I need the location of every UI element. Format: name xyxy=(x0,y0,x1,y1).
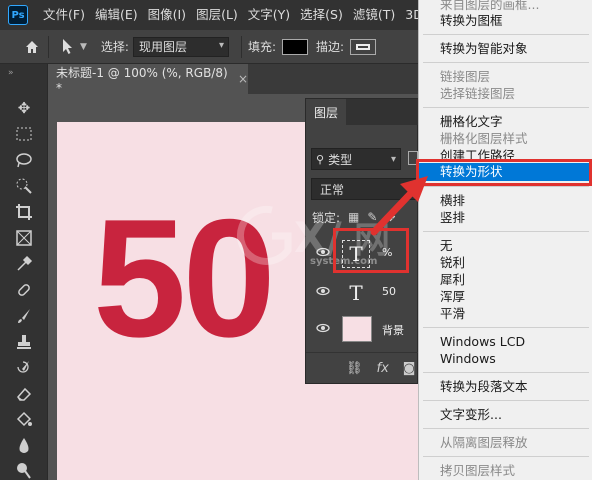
document-tab[interactable]: 未标题-1 @ 100% (%, RGB/8) * × xyxy=(48,64,248,95)
healing-brush-icon[interactable] xyxy=(12,278,36,302)
layer-row-background[interactable]: 背景 xyxy=(306,312,419,348)
menu-items: 文件(F) 编辑(E) 图像(I) 图层(L) 文字(Y) 选择(S) 滤镜(T… xyxy=(38,0,447,30)
menu-separator xyxy=(423,372,589,373)
menu-type[interactable]: 文字(Y) xyxy=(243,0,295,30)
annotation-box-convert-to-shape xyxy=(416,159,592,186)
menu-separator xyxy=(423,107,589,108)
layer-row-50[interactable]: T 50 xyxy=(306,275,419,311)
lock-transparency-icon[interactable]: ▦ xyxy=(348,210,359,224)
annotation-arrow-icon xyxy=(370,176,428,236)
blur-icon[interactable] xyxy=(12,434,36,458)
fill-label: 填充: xyxy=(247,40,277,54)
tools-panel: » ✥ xyxy=(0,64,48,480)
menu-item-windows[interactable]: Windows xyxy=(419,350,592,368)
brush-icon[interactable] xyxy=(12,304,36,328)
eye-icon[interactable] xyxy=(316,286,330,300)
menu-item-warp-text[interactable]: 文字变形... xyxy=(419,406,592,424)
menu-item-windows-lcd[interactable]: Windows LCD xyxy=(419,333,592,351)
layer-name: 背景 xyxy=(382,324,404,337)
menu-item-rasterize-type[interactable]: 栅格化文字 xyxy=(419,113,592,131)
document-title: 未标题-1 @ 100% (%, RGB/8) * xyxy=(56,65,228,95)
menu-select[interactable]: 选择(S) xyxy=(295,0,348,30)
options-divider xyxy=(240,35,242,58)
eraser-icon[interactable] xyxy=(12,382,36,406)
document-tab-bar: 未标题-1 @ 100% (%, RGB/8) * × xyxy=(48,64,418,95)
menu-item-link-layers: 链接图层 xyxy=(440,69,491,84)
menu-layer[interactable]: 图层(L) xyxy=(191,0,243,30)
clone-stamp-icon[interactable] xyxy=(12,330,36,354)
chevron-down-icon: ▾ xyxy=(390,153,396,165)
menu-separator xyxy=(423,34,589,35)
options-divider xyxy=(48,35,49,58)
menu-separator xyxy=(423,327,589,328)
eye-icon[interactable] xyxy=(316,323,330,337)
mask-icon[interactable]: ◙ xyxy=(403,361,416,376)
text-layer-icon: T xyxy=(349,281,363,305)
menu-separator xyxy=(423,62,589,63)
layer-name: 50 xyxy=(382,285,396,298)
select-label: 选择: xyxy=(100,40,129,54)
menu-separator xyxy=(423,456,589,457)
background-thumbnail xyxy=(342,316,372,342)
move-tool-icon[interactable]: ▼ xyxy=(61,38,87,56)
menu-separator xyxy=(423,400,589,401)
stroke-color-swatch[interactable] xyxy=(350,38,377,55)
history-brush-icon[interactable] xyxy=(12,356,36,380)
context-menu: 来自图层的画框... 转换为图框 转换为智能对象 链接图层 选择链接图层 栅格化… xyxy=(418,0,592,480)
close-icon[interactable]: × xyxy=(238,72,248,86)
menu-item-select-linked-layers: 选择链接图层 xyxy=(440,86,516,101)
fill-color-swatch[interactable] xyxy=(282,38,309,55)
menu-item-aa-strong[interactable]: 浑厚 xyxy=(419,288,592,306)
dodge-icon[interactable] xyxy=(12,458,36,480)
menu-item-convert-to-smart-object[interactable]: 转换为智能对象 xyxy=(419,40,592,58)
eye-icon[interactable] xyxy=(316,247,330,261)
layer-filter-value: 类型 xyxy=(328,152,353,167)
menu-item-vertical[interactable]: 竖排 xyxy=(419,209,592,227)
menu-item-release-from-isolation: 从隔离图层释放 xyxy=(440,435,528,450)
menu-item-convert-to-frame[interactable]: 转换为图框 xyxy=(419,12,592,30)
photoshop-logo: Ps xyxy=(8,5,28,25)
lasso-icon[interactable] xyxy=(12,148,36,172)
toolbar-collapse-icon[interactable]: » xyxy=(8,68,14,78)
menu-item-horizontal[interactable]: 横排 xyxy=(419,192,592,210)
fx-icon[interactable]: fx xyxy=(377,361,389,376)
marquee-icon[interactable] xyxy=(12,122,36,146)
menu-item-aa-smooth[interactable]: 平滑 xyxy=(419,305,592,323)
search-icon: ⚲ xyxy=(316,152,325,166)
panel-tab-bar: 图层 xyxy=(306,99,419,125)
home-icon[interactable] xyxy=(22,37,42,57)
menu-item-aa-sharp[interactable]: 锐利 xyxy=(419,254,592,272)
menu-file[interactable]: 文件(F) xyxy=(38,0,90,30)
crop-icon[interactable] xyxy=(12,200,36,224)
stroke-label: 描边: xyxy=(316,40,345,54)
frame-icon[interactable] xyxy=(12,226,36,250)
menu-item-aa-crisp[interactable]: 犀利 xyxy=(419,271,592,289)
link-icon[interactable]: ⛓ xyxy=(346,361,363,376)
menu-image[interactable]: 图像(I) xyxy=(143,0,191,30)
auto-select-dropdown[interactable]: 现用图层 ▾ xyxy=(132,36,229,57)
chevron-down-icon: ▾ xyxy=(218,39,224,51)
quick-select-icon[interactable] xyxy=(12,174,36,198)
menu-separator xyxy=(423,186,589,187)
layers-panel-footer: ⛓ fx ◙ xyxy=(306,352,419,384)
tab-layers[interactable]: 图层 xyxy=(306,99,346,125)
lock-label: 锁定: xyxy=(312,210,341,225)
menu-item-copy-layer-style: 拷贝图层样式 xyxy=(440,463,516,478)
auto-select-value: 现用图层 xyxy=(138,40,187,54)
menu-filter[interactable]: 滤镜(T) xyxy=(348,0,400,30)
menu-separator xyxy=(423,428,589,429)
layer-filter-dropdown[interactable]: ⚲ 类型 ▾ xyxy=(311,148,401,170)
blend-mode-value: 正常 xyxy=(320,182,345,197)
eyedropper-icon[interactable] xyxy=(12,252,36,276)
paint-bucket-icon[interactable] xyxy=(12,408,36,432)
menu-item-aa-none[interactable]: 无 xyxy=(419,237,592,255)
canvas-number-text: 50 xyxy=(93,184,276,372)
menu-separator xyxy=(423,231,589,232)
menu-item-convert-to-paragraph[interactable]: 转换为段落文本 xyxy=(419,378,592,396)
menu-item-rasterize-layer-style: 栅格化图层样式 xyxy=(440,131,528,146)
move-icon[interactable]: ✥ xyxy=(12,96,36,120)
menu-edit[interactable]: 编辑(E) xyxy=(90,0,143,30)
